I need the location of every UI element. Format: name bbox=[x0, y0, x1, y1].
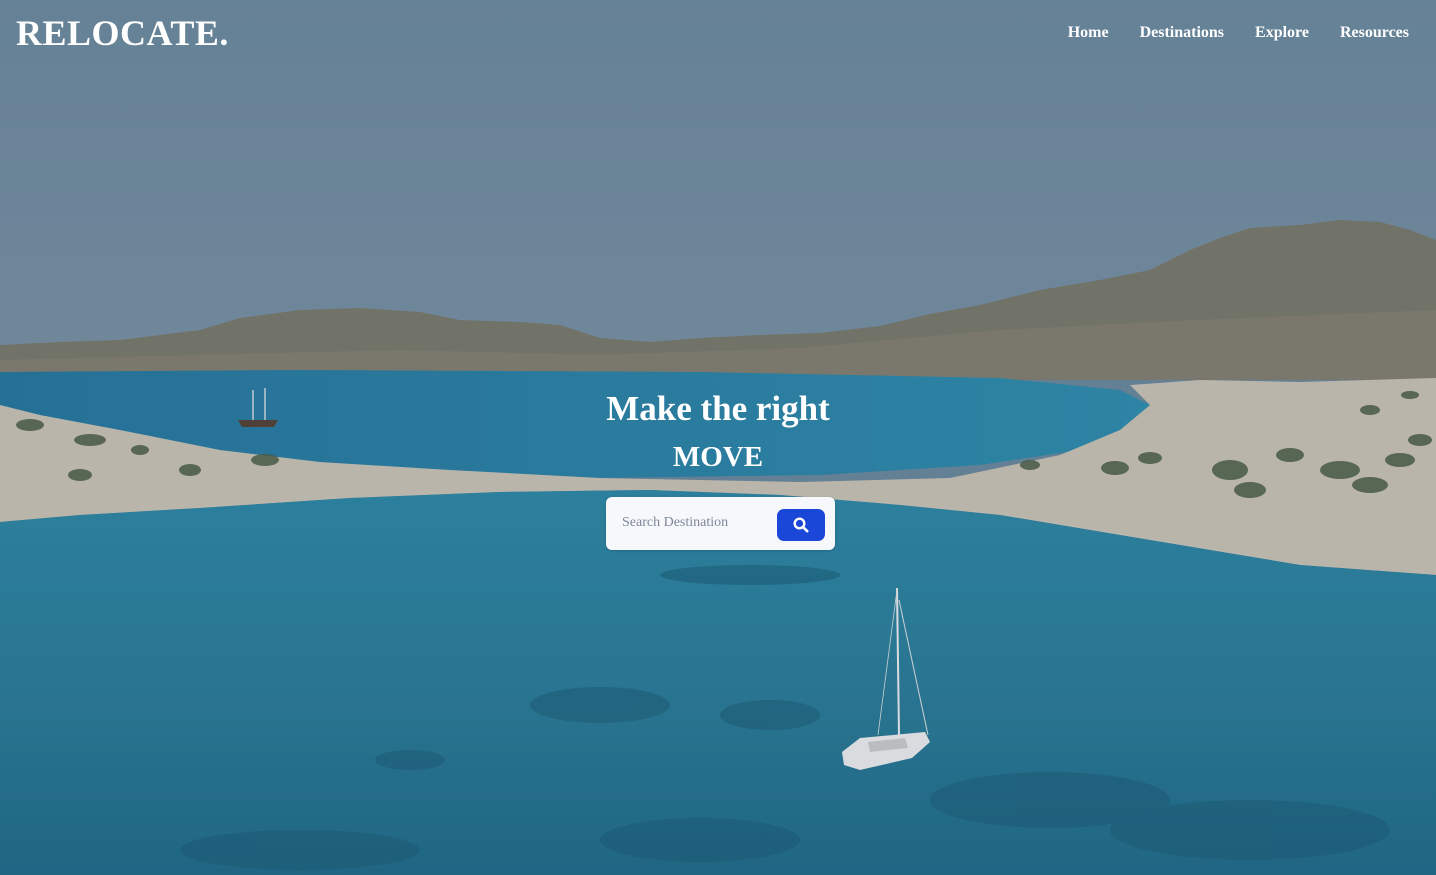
nav-destinations-link[interactable]: Destinations bbox=[1140, 22, 1224, 44]
nav-resources-link[interactable]: Resources bbox=[1340, 22, 1409, 44]
nav-home-link[interactable]: Home bbox=[1068, 22, 1109, 44]
search-icon bbox=[793, 517, 809, 533]
search-destination-input[interactable] bbox=[616, 511, 778, 535]
hero-section: Make the right MOVE bbox=[0, 385, 1436, 477]
main-nav: Home Destinations Explore Resources bbox=[1068, 22, 1409, 44]
top-navigation-bar: RELOCATE. Home Destinations Explore Reso… bbox=[0, 0, 1436, 66]
search-button[interactable] bbox=[777, 509, 825, 541]
site-logo[interactable]: RELOCATE. bbox=[16, 12, 229, 54]
hero-title: Make the right bbox=[606, 389, 830, 428]
page: RELOCATE. Home Destinations Explore Reso… bbox=[0, 0, 1436, 875]
nav-explore-link[interactable]: Explore bbox=[1255, 22, 1309, 44]
search-box bbox=[606, 497, 835, 550]
hero-subtitle: MOVE bbox=[672, 441, 764, 473]
